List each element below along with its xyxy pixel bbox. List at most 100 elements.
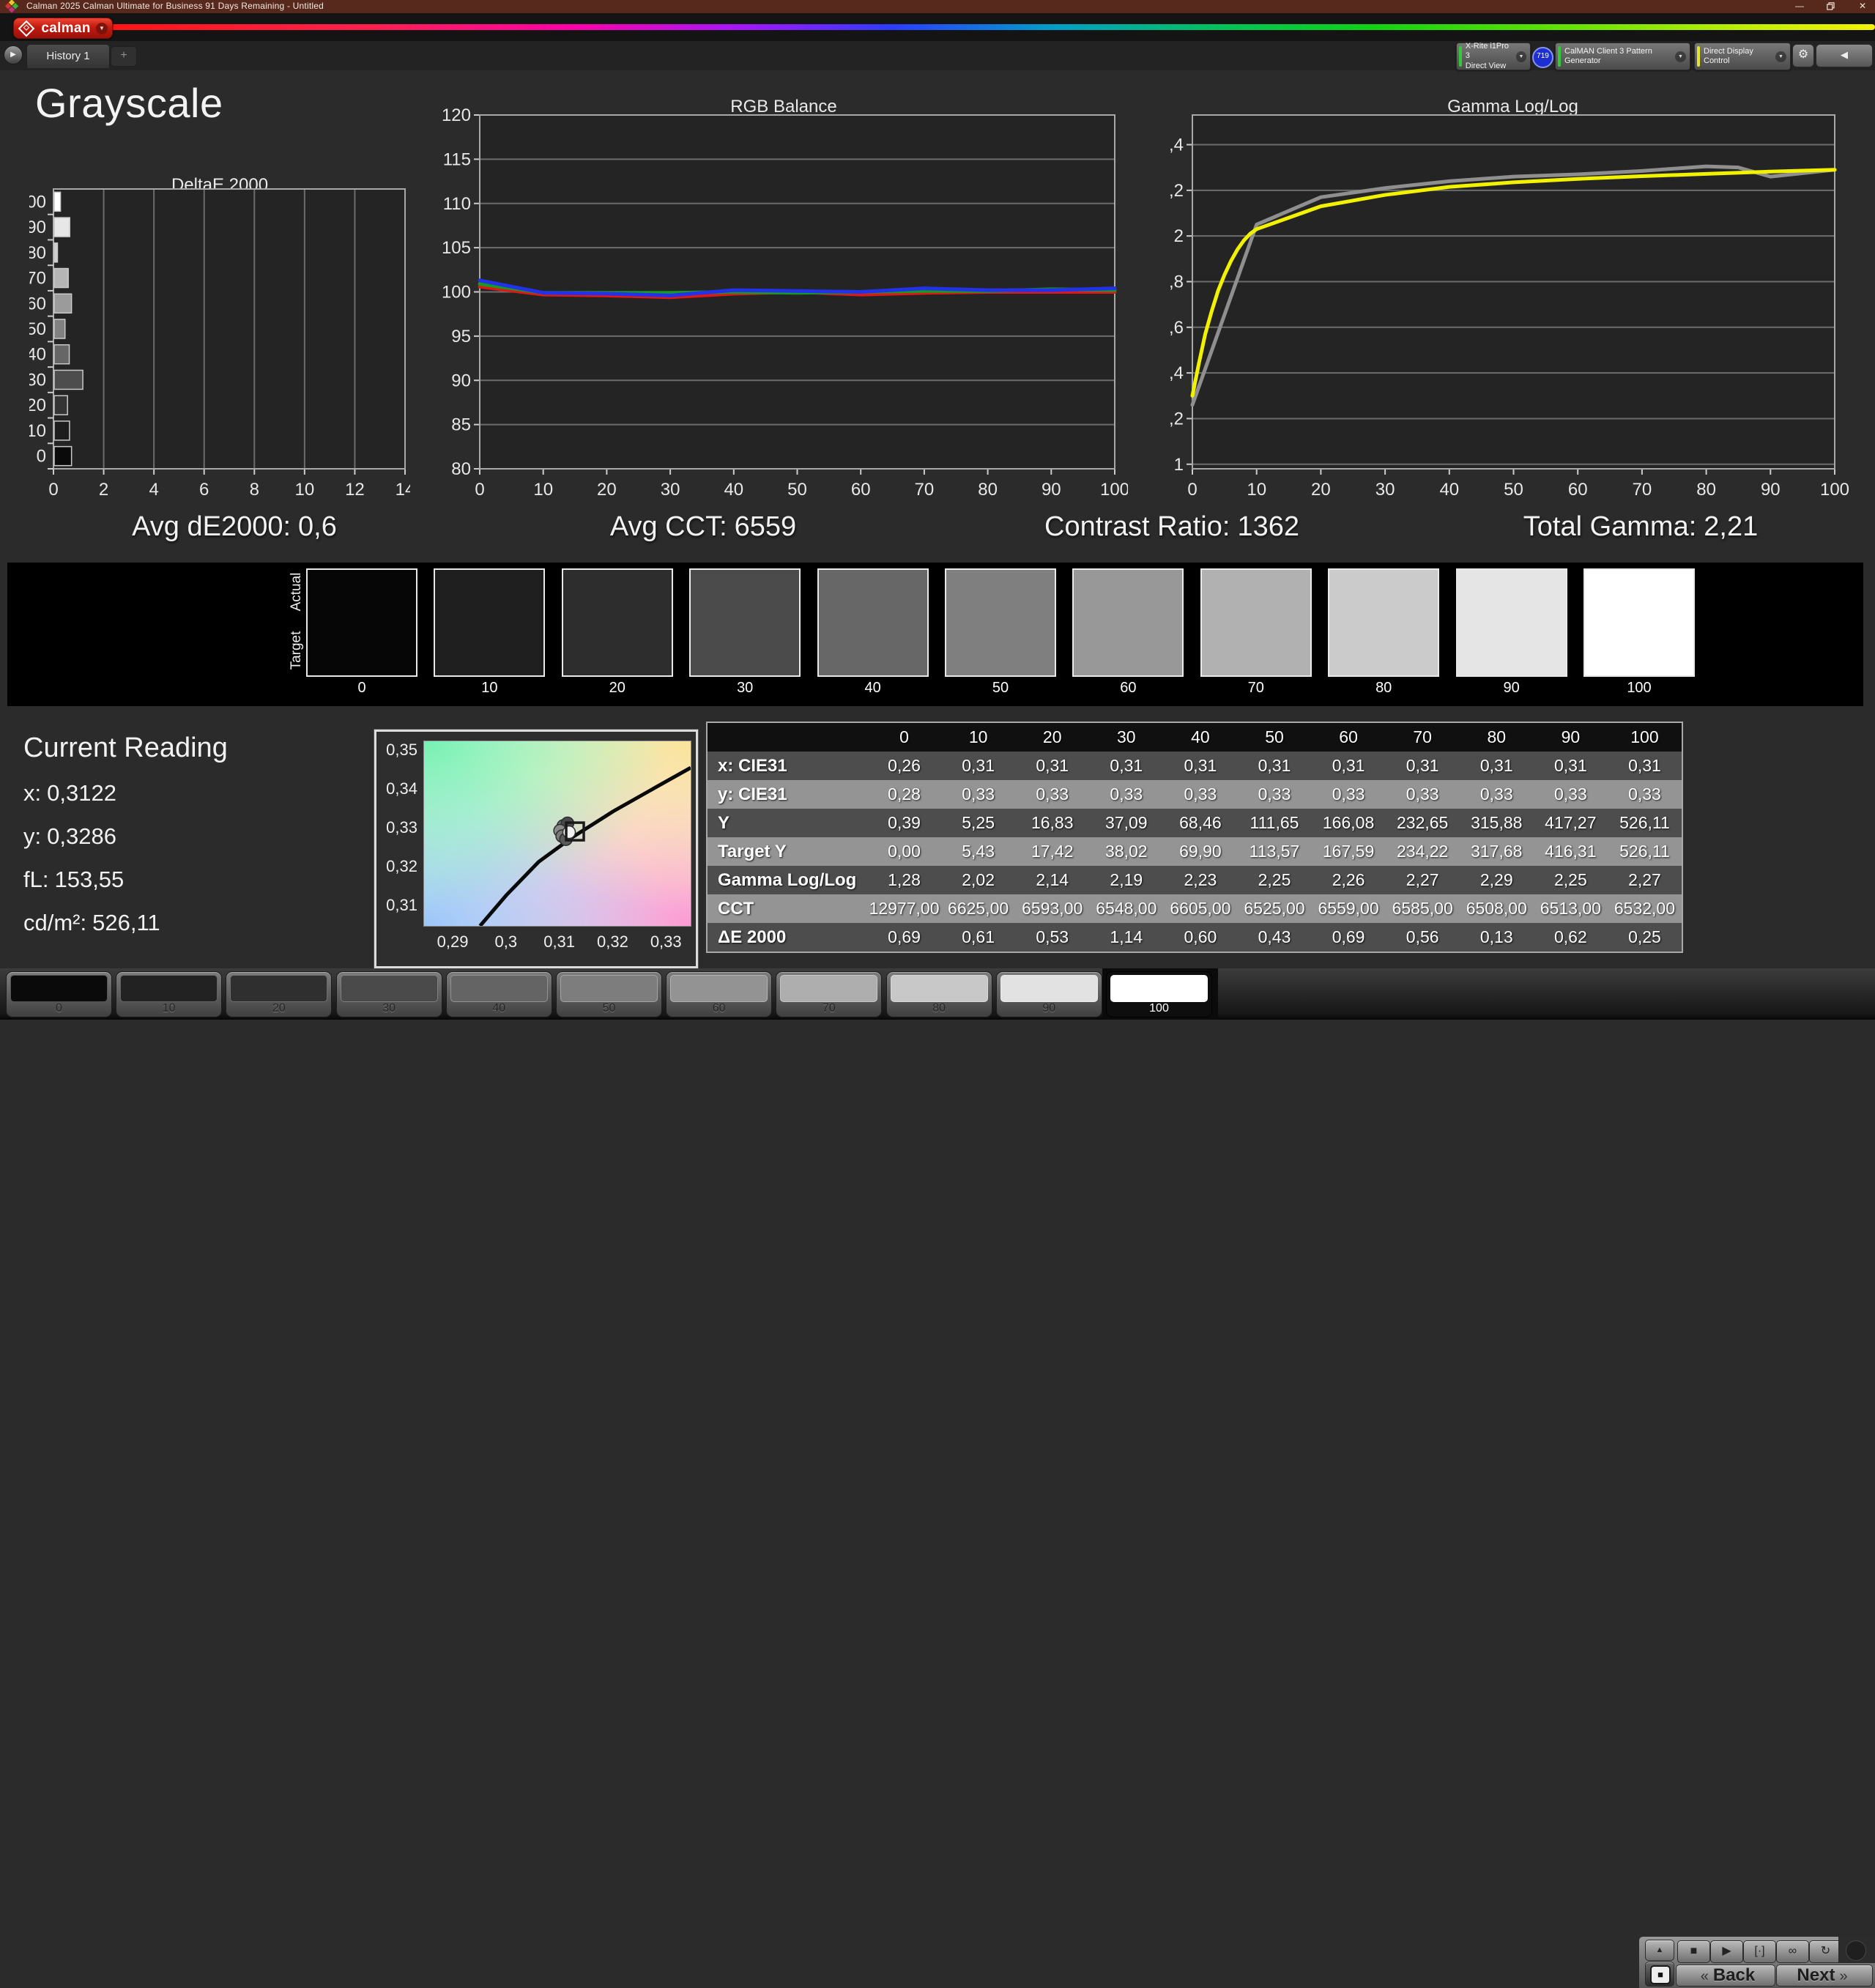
svg-text:1,2: 1,2 [1170,409,1184,429]
svg-text:1,6: 1,6 [1170,318,1184,338]
table-cell: 0,53 [1015,927,1089,947]
indicator-well [1838,1937,1875,1963]
pattern-level-label: 50 [557,1002,661,1015]
close-button[interactable]: ✕ [1852,0,1874,13]
minimize-button[interactable]: — [1789,0,1811,13]
svg-text:40: 40 [29,345,46,365]
table-header-row: 0102030405060708090100 [708,723,1682,752]
cie-x-tick-label: 0,32 [587,932,638,952]
tab-history-1[interactable]: History 1 [26,44,110,68]
settings-button[interactable]: ⚙ [1792,44,1814,67]
pattern-level-button-30[interactable]: 30 [336,971,442,1017]
svg-text:95: 95 [451,327,471,346]
swatch-level-label: 40 [817,680,929,697]
table-column-header: 50 [1237,727,1311,747]
svg-text:120: 120 [442,105,471,125]
refresh-button[interactable]: ↻ [1809,1940,1842,1963]
meter-name: X-Rite i1Pro 3 [1466,42,1509,60]
table-cell: 0,60 [1163,927,1237,947]
calman-menu-button[interactable]: calman ▼ [13,18,113,39]
brand-row: calman ▼ [0,13,1875,41]
tab-scroll-button[interactable]: ▶ [4,45,23,64]
svg-text:2: 2 [99,480,108,500]
meter-count-badge: 719 [1532,47,1553,68]
table-column-header: 10 [941,727,1015,747]
table-cell: 5,43 [941,842,1015,861]
loop-icon: ∞ [1789,1945,1797,1957]
table-cell: 417,27 [1534,813,1608,833]
deltae-bar [54,294,72,313]
table-cell: 0,31 [1534,756,1608,776]
loop-button[interactable]: ∞ [1776,1940,1809,1963]
pattern-level-button-70[interactable]: 70 [776,971,882,1017]
deltae-bar [54,421,70,440]
table-cell: 0,26 [867,756,941,776]
pattern-level-button-40[interactable]: 40 [446,971,552,1017]
next-button[interactable]: Next» [1776,1965,1873,1987]
pattern-window-button[interactable]: [·] [1743,1940,1776,1963]
panel-collapse-button[interactable]: ▲ [1645,1940,1674,1961]
table-row: CCT12977,006625,006593,006548,006605,006… [708,894,1682,923]
play-button[interactable]: ▶ [1710,1940,1743,1963]
svg-text:40: 40 [1439,480,1459,500]
table-cell: 6585,00 [1386,899,1460,919]
display-control-dropdown[interactable]: Direct Display Control ▼ [1694,42,1791,70]
svg-text:70: 70 [29,269,46,289]
table-row-label: Gamma Log/Log [708,870,867,891]
pattern-level-button-80[interactable]: 80 [886,971,992,1017]
table-cell: 167,59 [1312,842,1386,861]
meter-dropdown[interactable]: X-Rite i1Pro 3 Direct View ▼ [1456,42,1531,70]
svg-text:100: 100 [1100,480,1128,500]
back-button[interactable]: «Back [1676,1965,1775,1987]
table-cell: 0,33 [1163,785,1237,804]
pattern-level-label: 90 [997,1002,1102,1015]
swatch-level-label: 80 [1328,680,1439,697]
cie-plot-area [423,741,691,927]
table-cell: 0,31 [1386,756,1460,776]
deltae-bar [54,269,68,288]
grayscale-swatch-10 [434,568,545,677]
stop-button[interactable]: ■ [1677,1940,1710,1963]
pattern-level-button-20[interactable]: 20 [226,971,332,1017]
table-cell: 416,31 [1534,842,1608,861]
svg-text:90: 90 [1042,480,1061,500]
pattern-level-button-50[interactable]: 50 [556,971,662,1017]
pattern-level-button-60[interactable]: 60 [666,971,772,1017]
grayscale-swatch-90 [1456,568,1567,677]
svg-text:2: 2 [1174,226,1184,246]
stop-measure-button[interactable]: ■ [1645,1962,1674,1987]
table-cell: 234,22 [1386,842,1460,861]
table-cell: 0,33 [1386,785,1460,804]
table-row: x: CIE310,260,310,310,310,310,310,310,31… [708,752,1682,780]
current-reading-panel: Current Reading x:0,3122 y:0,3286 fL:153… [23,732,228,953]
table-cell: 2,25 [1534,870,1608,890]
deltae-bar [54,319,65,338]
grayscale-swatch-strip: Actual Target 0102030405060708090100 [7,563,1863,706]
grayscale-swatch-100 [1583,568,1695,677]
table-cell: 0,56 [1386,927,1460,947]
pattern-level-button-90[interactable]: 90 [996,971,1102,1017]
summary-stats-row: Avg dE2000:0,6 Avg CCT:6559 Contrast Rat… [0,511,1875,555]
pattern-level-button-10[interactable]: 10 [116,971,222,1017]
svg-text:0: 0 [475,480,484,500]
add-tab-button[interactable]: + [111,46,137,67]
table-cell: 166,08 [1312,813,1386,833]
svg-text:90: 90 [1761,480,1781,500]
stat-total-gamma: Total Gamma:2,21 [1406,511,1875,555]
collapse-panel-button[interactable]: ◀ [1816,44,1873,67]
tab-bar: ▶ History 1 + X-Rite i1Pro 3 Direct View… [0,41,1875,70]
swatch-level-label: 70 [1200,680,1312,697]
table-cell: 315,88 [1460,813,1534,833]
restore-button[interactable] [1819,0,1841,13]
pattern-level-button-0[interactable]: 0 [6,971,112,1017]
grayscale-swatch-30 [689,568,801,677]
pattern-generator-dropdown[interactable]: CalMAN Client 3 Pattern Generator ▼ [1555,42,1690,70]
table-cell: 526,11 [1608,842,1682,861]
svg-text:50: 50 [787,480,807,500]
svg-text:10: 10 [1247,480,1266,500]
grayscale-swatch-60 [1072,568,1184,677]
swatch-level-label: 30 [689,680,801,697]
pattern-level-button-100[interactable]: 100 [1106,971,1212,1017]
svg-text:0: 0 [48,480,58,500]
measurement-table: 0102030405060708090100x: CIE310,260,310,… [706,722,1683,953]
